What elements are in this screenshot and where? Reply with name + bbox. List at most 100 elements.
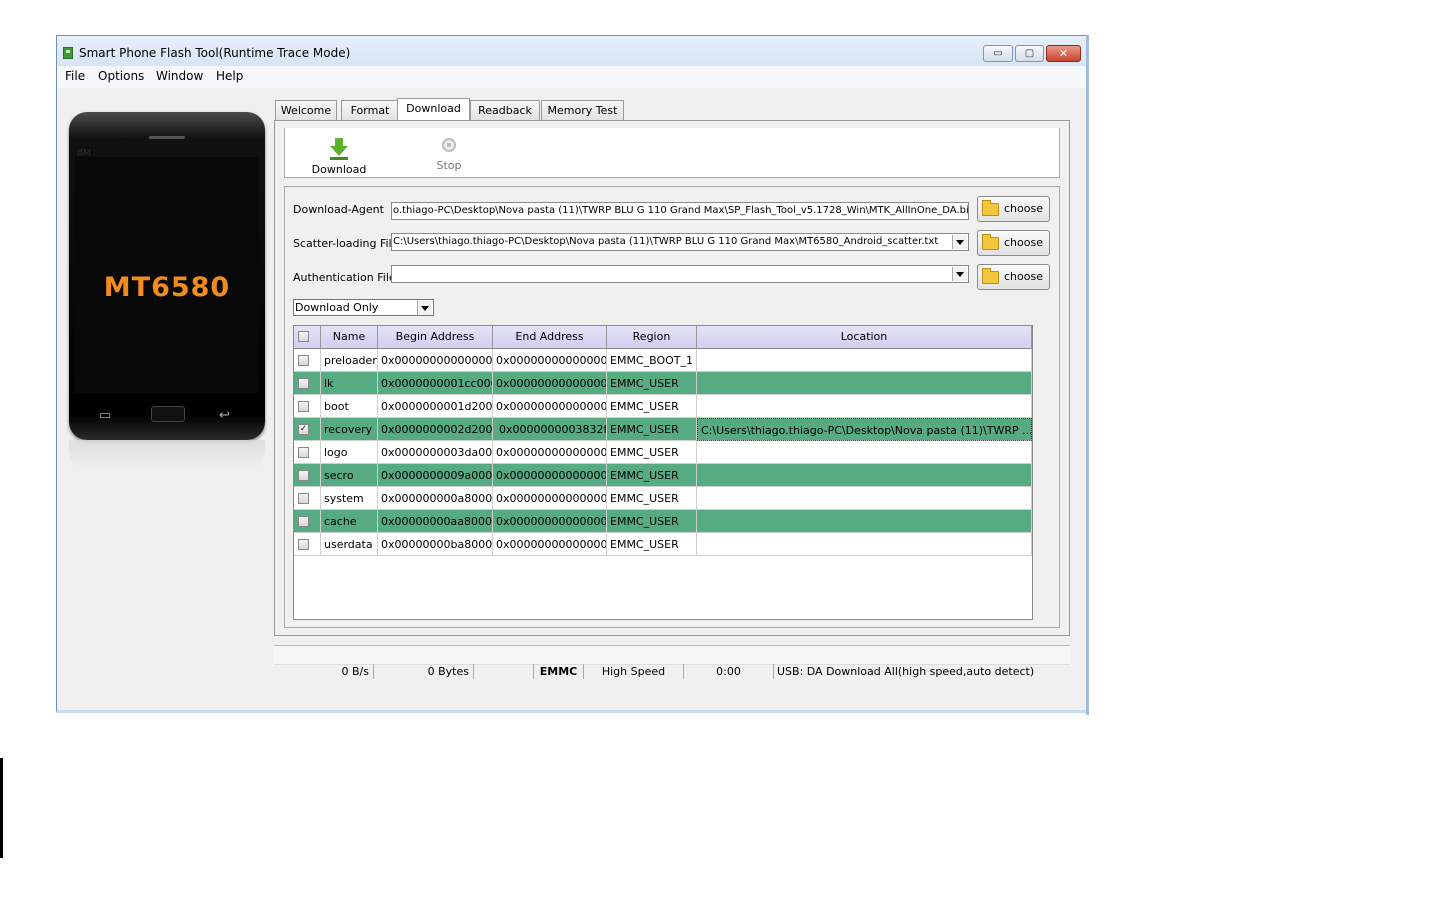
download-mode-select[interactable]: Download Only <box>293 299 434 316</box>
cell-checkbox <box>294 441 321 464</box>
cell-checkbox <box>294 510 321 533</box>
row-checkbox[interactable] <box>298 378 309 389</box>
cell-begin-address: 0x0000000001d20000 <box>378 395 493 418</box>
tab-memory-test[interactable]: Memory Test <box>541 100 624 120</box>
status-bar: 0 B/s 0 Bytes EMMC High Speed 0:00 USB: … <box>274 645 1070 679</box>
cell-region: EMMC_USER <box>607 372 697 395</box>
choose-download-agent-button[interactable]: choose <box>977 196 1050 222</box>
table-row[interactable]: ✓ recovery0x0000000002d200000x00000000038… <box>294 418 1032 441</box>
header-end-address[interactable]: End Address <box>493 326 607 348</box>
cell-location <box>697 372 1032 395</box>
cell-location <box>697 510 1032 533</box>
menu-help[interactable]: Help <box>216 69 243 83</box>
folder-icon <box>982 234 999 250</box>
status-usb: USB: DA Download All(high speed,auto det… <box>777 665 1035 678</box>
status-mode: High Speed <box>584 664 684 679</box>
header-region[interactable]: Region <box>607 326 697 348</box>
cell-name: system <box>321 487 378 510</box>
window-title: Smart Phone Flash Tool(Runtime Trace Mod… <box>79 46 351 60</box>
row-checkbox[interactable] <box>298 401 309 412</box>
cell-location <box>697 395 1032 418</box>
download-agent-field[interactable]: o.thiago-PC\Desktop\Nova pasta (11)\TWRP… <box>391 202 969 220</box>
cell-checkbox <box>294 349 321 372</box>
folder-icon <box>982 200 999 216</box>
download-button[interactable]: Download <box>309 138 369 176</box>
row-checkbox[interactable] <box>298 470 309 481</box>
cell-region: EMMC_BOOT_1 <box>607 349 697 372</box>
cell-begin-address: 0x0000000002d20000 <box>378 418 493 441</box>
row-checkbox[interactable] <box>298 355 309 366</box>
cell-end-address: 0x0000000000000000 <box>493 441 607 464</box>
select-all-checkbox[interactable] <box>298 331 309 342</box>
cell-checkbox <box>294 487 321 510</box>
close-button[interactable]: ✕ <box>1046 45 1081 62</box>
scatter-file-select[interactable]: C:\Users\thiago.thiago-PC\Desktop\Nova p… <box>391 233 969 251</box>
cell-checkbox: ✓ <box>294 418 321 441</box>
table-header: Name Begin Address End Address Region Lo… <box>294 326 1032 349</box>
table-row[interactable]: logo0x0000000003da00000x0000000000000000… <box>294 441 1032 464</box>
choose-scatter-file-button[interactable]: choose <box>977 230 1050 256</box>
stop-button[interactable]: Stop <box>419 138 479 172</box>
menu-file[interactable]: File <box>65 69 85 83</box>
cell-region: EMMC_USER <box>607 487 697 510</box>
status-bytes: 0 Bytes <box>374 664 474 679</box>
table-row[interactable]: userdata0x00000000ba8000000x000000000000… <box>294 533 1032 556</box>
cell-begin-address: 0x00000000ba800000 <box>378 533 493 556</box>
minimize-button[interactable]: ▭ <box>983 45 1013 62</box>
app-window: Smart Phone Flash Tool(Runtime Trace Mod… <box>56 35 1088 713</box>
cell-name: cache <box>321 510 378 533</box>
table-row[interactable]: preloader0x00000000000000000x00000000000… <box>294 349 1032 372</box>
cell-region: EMMC_USER <box>607 418 697 441</box>
cell-begin-address: 0x000000000a800000 <box>378 487 493 510</box>
partition-table: Name Begin Address End Address Region Lo… <box>293 325 1033 620</box>
cell-name: recovery <box>321 418 378 441</box>
tab-download[interactable]: Download <box>397 98 470 121</box>
menu-options[interactable]: Options <box>98 69 144 83</box>
chevron-down-icon <box>952 235 967 249</box>
phone-reflection <box>69 440 265 470</box>
cell-end-address: 0x0000000000000000 <box>493 349 607 372</box>
row-checkbox[interactable]: ✓ <box>298 424 309 435</box>
stop-icon <box>442 138 456 152</box>
row-checkbox[interactable] <box>298 447 309 458</box>
menu-bar: File Options Window Help <box>57 66 1087 88</box>
choose-auth-file-button[interactable]: choose <box>977 264 1050 290</box>
status-blank <box>474 664 534 679</box>
header-location[interactable]: Location <box>697 326 1032 348</box>
maximize-button[interactable]: ▢ <box>1015 45 1044 62</box>
header-begin-address[interactable]: Begin Address <box>378 326 493 348</box>
status-speed: 0 B/s <box>274 664 374 679</box>
table-row[interactable]: cache0x00000000aa8000000x000000000000000… <box>294 510 1032 533</box>
cell-checkbox <box>294 395 321 418</box>
app-icon <box>63 47 73 59</box>
row-checkbox[interactable] <box>298 539 309 550</box>
table-row[interactable]: system0x000000000a8000000x00000000000000… <box>294 487 1032 510</box>
cell-end-address: 0x0000000000000000 <box>493 464 607 487</box>
cell-name: secro <box>321 464 378 487</box>
menu-window[interactable]: Window <box>156 69 203 83</box>
table-row[interactable]: boot0x0000000001d200000x0000000000000000… <box>294 395 1032 418</box>
table-row[interactable]: secro0x0000000009a000000x000000000000000… <box>294 464 1032 487</box>
cell-begin-address: 0x00000000aa800000 <box>378 510 493 533</box>
home-key-icon <box>151 406 185 422</box>
cell-end-address: 0x0000000000000000 <box>493 510 607 533</box>
cell-end-address: 0x0000000003832fff <box>493 418 607 441</box>
table-row[interactable]: lk0x0000000001cc00000x0000000000000000EM… <box>294 372 1032 395</box>
tab-readback[interactable]: Readback <box>470 100 540 120</box>
cell-location <box>697 533 1032 556</box>
row-checkbox[interactable] <box>298 493 309 504</box>
auth-file-select[interactable] <box>391 265 969 283</box>
chevron-down-icon <box>417 301 432 315</box>
scatter-file-value: C:\Users\thiago.thiago-PC\Desktop\Nova p… <box>393 236 939 247</box>
tab-welcome[interactable]: Welcome <box>275 100 337 120</box>
cell-region: EMMC_USER <box>607 533 697 556</box>
header-name[interactable]: Name <box>321 326 378 348</box>
screen-edge-artifact <box>0 758 3 858</box>
cell-begin-address: 0x0000000009a00000 <box>378 464 493 487</box>
row-checkbox[interactable] <box>298 516 309 527</box>
cell-location <box>697 487 1032 510</box>
tab-format[interactable]: Format <box>341 100 399 120</box>
download-icon <box>335 138 343 146</box>
cell-begin-address: 0x0000000000000000 <box>378 349 493 372</box>
download-panel: Download Stop Download-Agent o.thiago-PC… <box>274 120 1070 636</box>
